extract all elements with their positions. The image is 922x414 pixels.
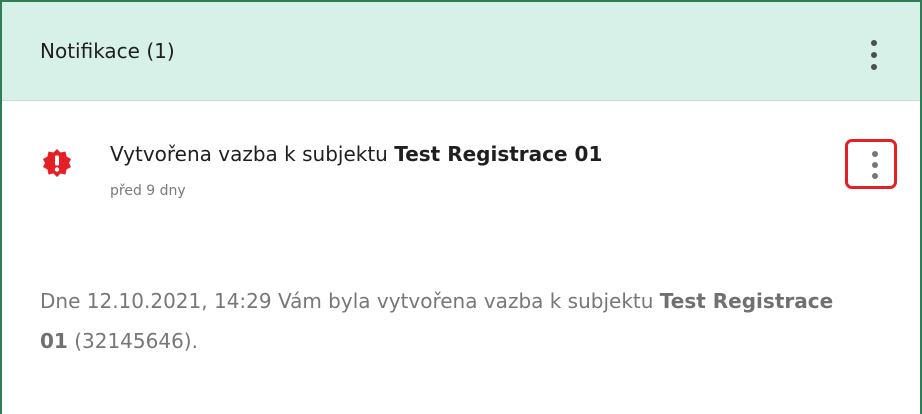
- kebab-dot: [871, 64, 877, 70]
- notification-body-text: Dne 12.10.2021, 14:29 Vám byla vytvořena…: [40, 289, 660, 313]
- kebab-dot: [872, 151, 878, 157]
- kebab-dot: [872, 173, 878, 179]
- notification-title-text: Vytvořena vazba k subjektu: [110, 142, 395, 166]
- notification-time: před 9 dny: [110, 183, 186, 199]
- notification-body: Dne 12.10.2021, 14:29 Vám byla vytvořena…: [40, 281, 860, 361]
- panel-title: Notifikace (1): [40, 39, 175, 63]
- kebab-dot: [872, 162, 878, 168]
- notification-body-id: (32145646).: [67, 329, 198, 353]
- panel-header: Notifikace (1): [2, 2, 920, 101]
- kebab-dot: [871, 52, 877, 58]
- notification-title-subject: Test Registrace 01: [394, 142, 603, 166]
- kebab-dot: [871, 40, 877, 46]
- notification-menu-button[interactable]: [870, 151, 880, 179]
- notifications-panel: Notifikace (1) Vytvořena vazba k subjekt…: [0, 0, 922, 414]
- alert-octagon-icon: [43, 149, 71, 177]
- panel-menu-button[interactable]: [869, 40, 879, 70]
- notification-title: Vytvořena vazba k subjektu Test Registra…: [110, 141, 602, 167]
